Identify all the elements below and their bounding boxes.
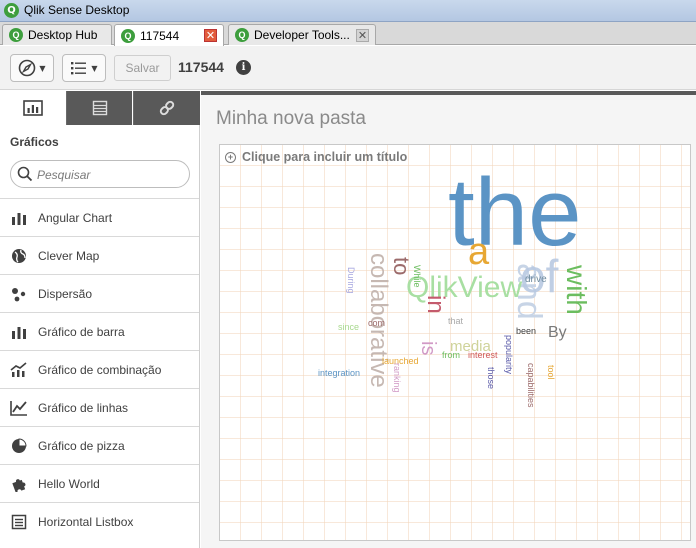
word-that: that <box>448 316 464 326</box>
word-capabilities: capabilities <box>526 363 536 408</box>
word-popularity: popularity <box>504 335 514 375</box>
word-been: been <box>516 326 537 336</box>
tab-master-items[interactable] <box>133 91 200 125</box>
word-since: since <box>338 322 360 332</box>
word-with: to <box>389 257 414 276</box>
word-in: in <box>422 295 449 314</box>
word-while: While <box>412 265 422 288</box>
word-those: those <box>486 367 496 390</box>
app-name: 117544 <box>178 59 224 75</box>
chevron-down-icon: ▼ <box>39 63 46 73</box>
bar-chart-icon <box>10 209 28 227</box>
link-icon <box>159 100 175 116</box>
qlik-logo-icon: Q <box>4 3 19 18</box>
tab-fields[interactable] <box>66 91 132 125</box>
line-chart-icon <box>10 399 28 417</box>
chevron-down-icon: ▼ <box>91 63 98 73</box>
list-item-label: Dispersão <box>38 286 93 301</box>
word-and: with <box>561 265 592 315</box>
sheet-title[interactable]: Minha nova pasta <box>216 108 366 130</box>
table-icon <box>92 100 107 116</box>
panel-tabs <box>0 91 200 125</box>
info-icon[interactable]: i <box>236 60 251 75</box>
list-item-label: Gráfico de linhas <box>38 400 129 415</box>
list-item-label: Gráfico de combinação <box>38 362 162 377</box>
word-interest: interest <box>468 350 498 360</box>
qlik-sense-window: Q Qlik Sense Desktop Q Desktop Hub Q 117… <box>0 0 696 548</box>
list-item-label: Gráfico de barra <box>38 324 125 339</box>
sheet-canvas: Minha nova pasta + Clique para incluir u… <box>201 91 696 548</box>
combo-chart-icon <box>10 361 28 379</box>
word-during: During <box>346 267 356 294</box>
list-item-angular-chart[interactable]: Angular Chart <box>0 198 199 236</box>
word-integration: integration <box>318 368 361 378</box>
word-by: By <box>548 324 567 341</box>
list-item-horizontal-listbox[interactable]: Horizontal Listbox <box>0 502 199 540</box>
list-item-scatter[interactable]: Dispersão <box>0 274 199 312</box>
list-item-line-chart[interactable]: Gráfico de linhas <box>0 388 199 426</box>
menu-button[interactable]: ▼ <box>62 54 106 82</box>
list-menu-icon <box>71 62 87 75</box>
qlik-logo-icon: Q <box>121 28 135 43</box>
word-is: is <box>417 341 439 356</box>
list-item-pie-chart[interactable]: Gráfico de pizza <box>0 426 199 464</box>
bar-chart-icon <box>23 100 43 116</box>
tab-label: Developer Tools... <box>254 28 350 42</box>
tab-117544[interactable]: Q 117544 ✕ <box>114 24 224 46</box>
word-from: from <box>442 350 460 360</box>
globe-icon <box>10 247 28 265</box>
list-item-label: Horizontal Listbox <box>38 514 134 529</box>
list-item-label: Hello World <box>38 476 100 491</box>
word-com: com <box>368 318 386 328</box>
panel-heading: Gráficos <box>10 135 59 149</box>
qlik-logo-icon: Q <box>9 28 23 42</box>
word-a: a <box>468 231 490 273</box>
list-item-label: Clever Map <box>38 248 100 263</box>
pie-chart-icon <box>10 437 28 455</box>
save-button[interactable]: Salvar <box>114 55 171 81</box>
tab-desktop-hub[interactable]: Q Desktop Hub <box>2 24 112 45</box>
list-icon <box>10 513 28 531</box>
search-input[interactable] <box>37 166 185 183</box>
word-ranking: ranking <box>392 363 402 393</box>
search-field[interactable] <box>10 160 190 188</box>
tab-label: Desktop Hub <box>28 28 98 42</box>
close-icon[interactable]: ✕ <box>204 29 217 42</box>
app-toolbar: ▼ ▼ Salvar 117544 i <box>0 46 696 90</box>
word-tool: tool <box>546 365 556 380</box>
list-item-hello-world[interactable]: Hello World <box>0 464 199 502</box>
qlik-logo-icon: Q <box>235 28 249 42</box>
word-cloud-visualization[interactable]: + Clique para incluir um título the and … <box>219 144 691 541</box>
sheet-top-strip <box>201 91 696 95</box>
list-item-combo-chart[interactable]: Gráfico de combinação <box>0 350 199 388</box>
window-title-bar: Q Qlik Sense Desktop <box>0 0 696 22</box>
tab-charts[interactable] <box>0 91 66 125</box>
assets-panel: Gráficos Angular Chart Clever Map <box>0 91 200 548</box>
list-item-bar-chart[interactable]: Gráfico de barra <box>0 312 199 350</box>
tab-strip: Q Desktop Hub Q 117544 ✕ Q Developer Too… <box>0 22 696 46</box>
scatter-icon <box>10 285 28 303</box>
bar-chart-icon <box>10 323 28 341</box>
list-item-label: Gráfico de pizza <box>38 438 125 453</box>
list-item-label: Angular Chart <box>38 210 113 225</box>
tab-developer-tools[interactable]: Q Developer Tools... ✕ <box>228 24 376 45</box>
close-icon[interactable]: ✕ <box>356 29 369 42</box>
list-item-clever-map[interactable]: Clever Map <box>0 236 199 274</box>
tab-label: 117544 <box>140 28 180 43</box>
navigation-button[interactable]: ▼ <box>10 54 54 82</box>
compass-icon <box>19 59 36 77</box>
puzzle-icon <box>10 475 28 493</box>
window-title: Qlik Sense Desktop <box>24 3 130 17</box>
chart-list: Angular Chart Clever Map Dispersão Gráfi… <box>0 198 199 540</box>
search-icon <box>17 166 33 182</box>
word-cloud: the and of QlikView with a collaborative… <box>220 145 690 540</box>
word-drive: drive <box>525 274 547 285</box>
